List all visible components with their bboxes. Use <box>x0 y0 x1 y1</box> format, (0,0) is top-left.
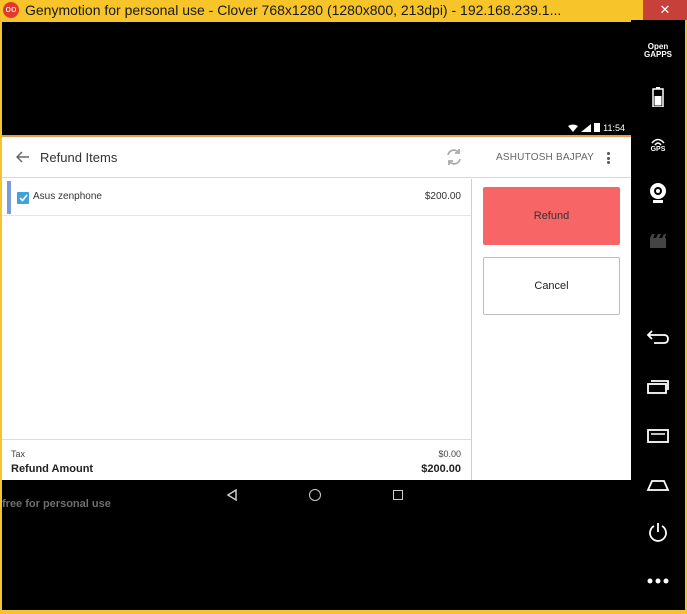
device-recents-icon[interactable] <box>641 374 675 400</box>
refund-amount-label: Refund Amount <box>11 463 94 475</box>
device-back-icon[interactable] <box>641 324 675 350</box>
battery-widget-icon[interactable] <box>641 84 675 110</box>
more-icon[interactable] <box>641 568 675 594</box>
tax-label: Tax <box>11 449 26 459</box>
battery-icon <box>594 123 601 132</box>
webcam-widget-icon[interactable] <box>641 180 675 206</box>
nav-recents-icon[interactable] <box>393 490 403 500</box>
cancel-button[interactable]: Cancel <box>483 257 620 315</box>
gapps-label-2: GAPPS <box>643 50 672 59</box>
wifi-icon <box>568 124 579 132</box>
watermark: free for personal use <box>2 498 111 510</box>
device-home-icon[interactable] <box>641 472 675 498</box>
item-checkbox[interactable] <box>17 192 29 204</box>
tax-value: $0.00 <box>438 449 461 459</box>
refund-button[interactable]: Refund <box>483 187 620 245</box>
back-arrow-icon[interactable] <box>14 148 32 166</box>
item-name: Asus zenphone <box>33 191 102 202</box>
nav-home-icon[interactable] <box>309 489 321 501</box>
status-time: 11:54 <box>603 122 625 133</box>
genymotion-logo-icon: oo <box>3 2 19 18</box>
power-icon[interactable] <box>641 520 675 546</box>
list-item[interactable]: Asus zenphone $200.00 <box>2 179 471 216</box>
refund-items-list: Asus zenphone $200.00 Tax $0.00 Refund A… <box>2 179 472 482</box>
android-status-bar: 11:54 <box>2 121 631 134</box>
window-title: Genymotion for personal use - Clover 768… <box>25 2 562 18</box>
window-close-button[interactable]: ✕ <box>643 0 687 20</box>
app-toolbar: Refund Items ASHUTOSH BAJPAY <box>2 137 631 178</box>
checkmark-icon <box>18 194 28 202</box>
item-accent-bar <box>7 181 11 214</box>
more-options-icon[interactable] <box>602 150 614 166</box>
page-title: Refund Items <box>40 150 118 165</box>
device-menu-icon[interactable] <box>641 423 675 449</box>
totals-section: Tax $0.00 Refund Amount $200.00 <box>2 439 471 482</box>
item-price: $200.00 <box>424 191 461 202</box>
gps-label: GPS <box>650 145 666 153</box>
signal-icon <box>581 123 592 132</box>
open-gapps-button[interactable]: Open GAPPS <box>641 38 675 64</box>
genymotion-sidebar: Open GAPPS GPS <box>631 20 685 610</box>
nav-back-icon[interactable] <box>226 489 238 501</box>
refresh-icon[interactable] <box>444 147 464 167</box>
action-pane: Refund Cancel <box>473 179 631 482</box>
refund-screen: Refund Items ASHUTOSH BAJPAY Asus zenpho… <box>2 135 631 482</box>
window-title-bar: oo Genymotion for personal use - Clover … <box>0 0 687 20</box>
media-widget-icon[interactable] <box>641 228 675 254</box>
refund-amount-value: $200.00 <box>421 463 461 475</box>
employee-name[interactable]: ASHUTOSH BAJPAY <box>496 152 594 163</box>
gps-widget-icon[interactable]: GPS <box>641 132 675 158</box>
